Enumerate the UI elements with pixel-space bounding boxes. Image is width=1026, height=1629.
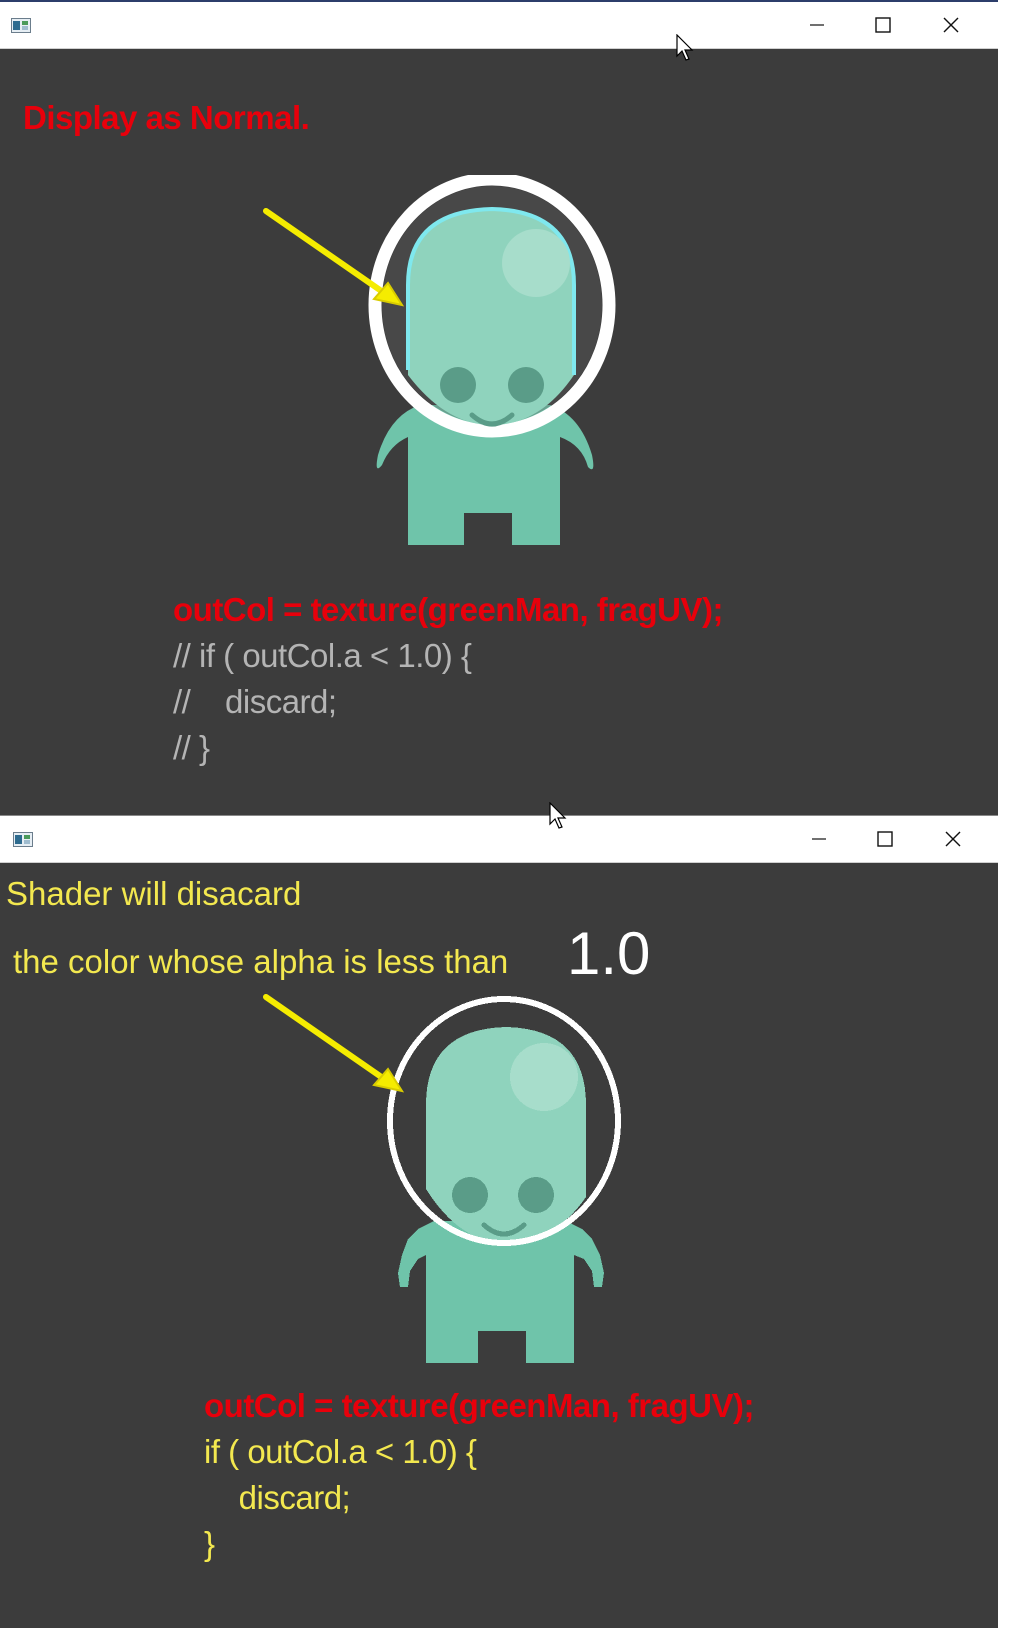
title-bar[interactable] <box>0 816 1024 863</box>
code-line-3: discard; <box>204 1479 351 1516</box>
maximize-icon <box>875 17 891 33</box>
window-normal-display: Display as Normal. outCol = texture(gree… <box>0 0 1026 815</box>
close-icon <box>943 17 959 33</box>
close-button[interactable] <box>917 2 985 48</box>
close-icon <box>945 831 961 847</box>
heading-discard-line2: the color whose alpha is less than <box>13 943 509 980</box>
app-window-icon <box>13 832 33 847</box>
render-canvas: Shader will disacard the color whose alp… <box>0 863 1024 1629</box>
code-line-1: outCol = texture(greenMan, fragUV); <box>173 591 723 628</box>
minimize-button[interactable] <box>785 816 853 862</box>
code-line-2: // if ( outCol.a < 1.0) { <box>173 637 472 674</box>
code-line-1: outCol = texture(greenMan, fragUV); <box>204 1387 754 1424</box>
green-alien-sprite-discarded <box>387 996 621 1363</box>
desktop-background-strip <box>998 0 1026 1628</box>
title-bar[interactable] <box>0 0 1024 49</box>
maximize-icon <box>877 831 893 847</box>
render-canvas: Display as Normal. outCol = texture(gree… <box>0 47 1024 815</box>
minimize-icon <box>812 838 826 840</box>
yellow-arrow-icon <box>263 994 405 1093</box>
maximize-button[interactable] <box>851 816 919 862</box>
heading-discard-line1: Shader will disacard <box>6 875 302 912</box>
window-discard-alpha: Shader will disacard the color whose alp… <box>0 802 1026 1629</box>
heading-normal: Display as Normal. <box>23 99 310 136</box>
close-button[interactable] <box>919 816 987 862</box>
code-line-4: } <box>204 1525 215 1562</box>
code-line-2: if ( outCol.a < 1.0) { <box>204 1433 477 1470</box>
yellow-arrow-icon <box>263 208 405 307</box>
alpha-threshold-value: 1.0 <box>567 920 651 987</box>
code-line-3: // discard; <box>173 683 337 720</box>
mouse-cursor-icon <box>676 34 694 61</box>
mouse-cursor-icon <box>549 802 567 829</box>
app-window-icon <box>11 18 31 33</box>
minimize-icon <box>810 24 824 26</box>
code-line-4: // } <box>173 729 210 766</box>
maximize-button[interactable] <box>849 2 917 48</box>
minimize-button[interactable] <box>783 2 851 48</box>
